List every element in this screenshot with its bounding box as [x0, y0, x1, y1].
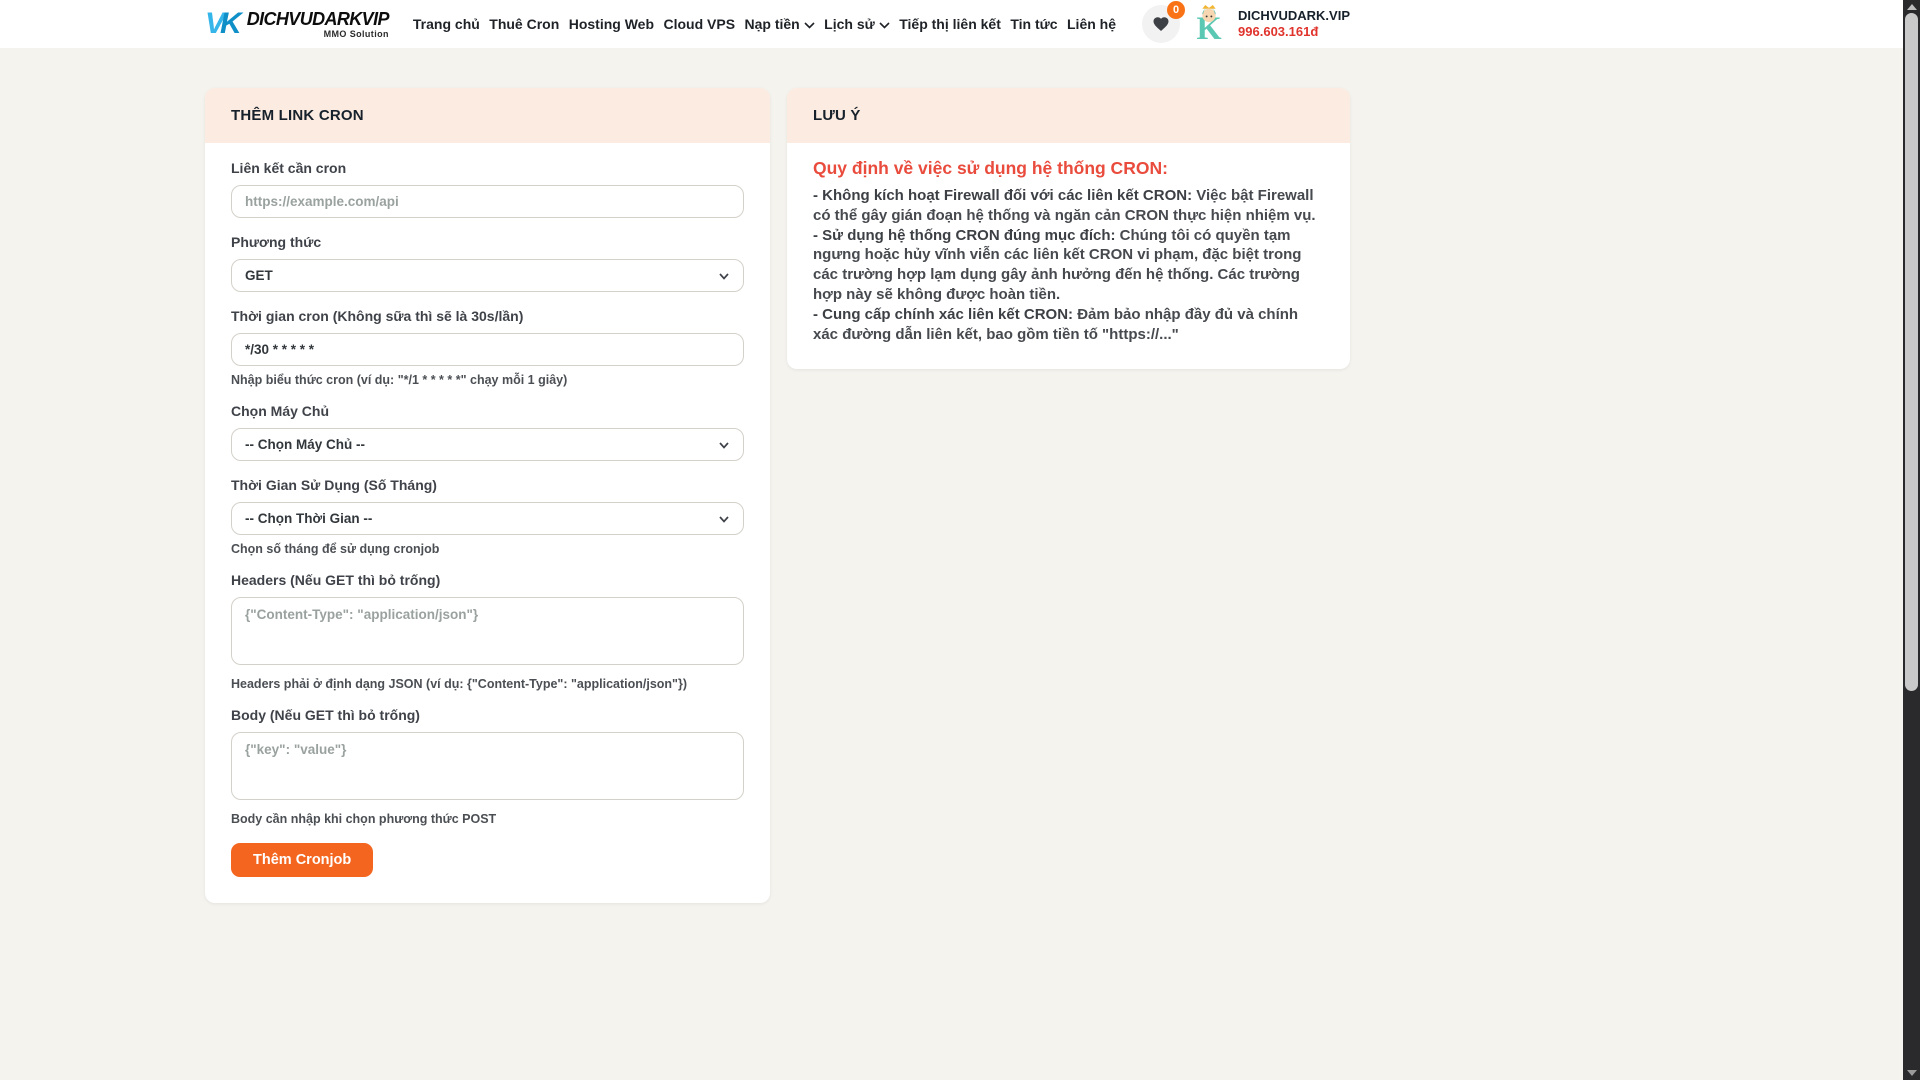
- nav-item-hosting-web[interactable]: Hosting Web: [569, 16, 654, 32]
- scrollbar-thumb[interactable]: [1905, 13, 1918, 691]
- notes-heading: Quy định về việc sử dụng hệ thống CRON:: [813, 158, 1324, 179]
- chevron-down-icon: [879, 22, 890, 29]
- notes-card: LƯU Ý Quy định về việc sử dụng hệ thống …: [787, 88, 1350, 369]
- body-label: Body (Nếu GET thì bỏ trống): [231, 707, 744, 723]
- brand-logo[interactable]: VK DICHVUDARKVIP MMO Solution: [205, 9, 389, 39]
- body-textarea[interactable]: [231, 732, 744, 800]
- nav-item-lien-he[interactable]: Liên hệ: [1067, 16, 1116, 32]
- nav-item-thue-cron[interactable]: Thuê Cron: [489, 16, 559, 32]
- server-select-value: -- Chọn Máy Chủ --: [245, 437, 365, 452]
- nav-item-tin-tuc[interactable]: Tin tức: [1010, 16, 1057, 32]
- user-meta[interactable]: DICHVUDARK.VIP 996.603.161đ: [1238, 8, 1350, 41]
- nav-item-lich-su[interactable]: Lịch sử: [824, 16, 890, 32]
- add-cron-form: Liên kết cần cron Phương thức GET Thời g…: [205, 143, 770, 903]
- add-cronjob-button[interactable]: Thêm Cronjob: [231, 843, 373, 877]
- duration-hint: Chọn số tháng để sử dụng cronjob: [231, 542, 744, 556]
- server-label: Chọn Máy Chủ: [231, 403, 744, 419]
- brand-logo-tagline: MMO Solution: [324, 30, 389, 39]
- method-select-value: GET: [245, 268, 273, 283]
- cron-link-label: Liên kết cần cron: [231, 160, 744, 176]
- server-select[interactable]: -- Chọn Máy Chủ --: [231, 428, 744, 461]
- main-nav: Trang chủ Thuê Cron Hosting Web Cloud VP…: [413, 16, 1116, 32]
- notes-card-header: LƯU Ý: [787, 88, 1350, 143]
- nav-item-trang-chu[interactable]: Trang chủ: [413, 16, 480, 32]
- nav-item-cloud-vps[interactable]: Cloud VPS: [663, 16, 735, 32]
- brand-logo-icon: VK: [205, 9, 243, 39]
- method-select[interactable]: GET: [231, 259, 744, 292]
- headers-textarea[interactable]: [231, 597, 744, 665]
- top-navbar: VK DICHVUDARKVIP MMO Solution Trang chủ …: [0, 0, 1920, 48]
- main-content: THÊM LINK CRON Liên kết cần cron Phương …: [0, 48, 1920, 903]
- scrollbar-up-arrow-icon[interactable]: [1907, 4, 1917, 10]
- wishlist-button[interactable]: 0: [1142, 5, 1180, 43]
- heart-icon: [1152, 15, 1170, 33]
- headers-hint: Headers phải ở định dạng JSON (ví dụ: {"…: [231, 677, 744, 691]
- nav-item-tiep-thi-lien-ket[interactable]: Tiếp thị liên kết: [899, 16, 1001, 32]
- notes-card-title: LƯU Ý: [813, 107, 1324, 124]
- duration-label: Thời Gian Sử Dụng (Số Tháng): [231, 477, 744, 493]
- method-label: Phương thức: [231, 234, 744, 250]
- wishlist-count-badge: 0: [1167, 1, 1185, 19]
- note-item-purpose: - Sử dụng hệ thống CRON đúng mục đích: C…: [813, 226, 1324, 305]
- brand-logo-wordmark: DICHVUDARKVIP: [247, 10, 389, 28]
- notes-body: Quy định về việc sử dụng hệ thống CRON: …: [787, 143, 1350, 369]
- cron-expression-hint: Nhập biểu thức cron (ví dụ: "*/1 * * * *…: [231, 373, 744, 387]
- page-scrollbar[interactable]: [1903, 0, 1920, 1080]
- scrollbar-down-arrow-icon[interactable]: [1907, 1070, 1917, 1076]
- duration-select[interactable]: -- Chọn Thời Gian --: [231, 502, 744, 535]
- add-cron-card: THÊM LINK CRON Liên kết cần cron Phương …: [205, 88, 770, 903]
- chevron-down-icon: [717, 438, 731, 452]
- user-balance: 996.603.161đ: [1238, 24, 1350, 40]
- chevron-down-icon: [717, 512, 731, 526]
- headers-label: Headers (Nếu GET thì bỏ trống): [231, 572, 744, 588]
- note-item-firewall: - Không kích hoạt Firewall đối với các l…: [813, 186, 1324, 226]
- add-cron-card-header: THÊM LINK CRON: [205, 88, 770, 143]
- note-item-accuracy: - Cung cấp chính xác liên kết CRON: Đảm …: [813, 305, 1324, 345]
- chevron-down-icon: [717, 269, 731, 283]
- duration-select-value: -- Chọn Thời Gian --: [245, 511, 372, 526]
- user-avatar[interactable]: K: [1190, 5, 1228, 43]
- nav-item-nap-tien[interactable]: Nạp tiền: [744, 16, 814, 32]
- user-name: DICHVUDARK.VIP: [1238, 8, 1350, 24]
- add-cron-card-title: THÊM LINK CRON: [231, 107, 744, 124]
- cron-expression-input[interactable]: [231, 333, 744, 366]
- body-hint: Body cần nhập khi chọn phương thức POST: [231, 812, 744, 826]
- chevron-down-icon: [804, 22, 815, 29]
- cron-link-input[interactable]: [231, 185, 744, 218]
- navbar-user-area: 0 K DICHVUDARK.VIP 996.603.161đ: [1142, 5, 1350, 43]
- cron-expression-label: Thời gian cron (Không sữa thì sẽ là 30s/…: [231, 308, 744, 324]
- avatar-mascot-icon: K: [1190, 5, 1228, 43]
